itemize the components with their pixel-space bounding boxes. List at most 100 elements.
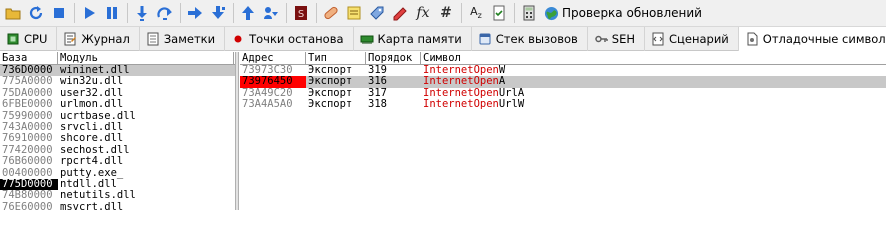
symbol-address-cell: 73973C30	[242, 65, 293, 76]
labels-icon[interactable]	[366, 2, 388, 24]
log-icon	[64, 32, 77, 46]
tab-label: Заметки	[163, 32, 216, 46]
functions-glyph: fx	[416, 5, 430, 21]
tab-label: SEH	[611, 32, 636, 46]
tab-breakpoints[interactable]: Точки останова	[225, 27, 354, 51]
cpu-icon	[7, 33, 19, 45]
run-icon[interactable]	[78, 2, 100, 24]
module-row[interactable]: 6FBE0000 urlmon.dll	[0, 99, 235, 110]
module-name-cell: shcore.dll	[60, 133, 124, 145]
module-name-cell: ucrtbase.dll	[60, 110, 136, 122]
symbol-type-cell: Экспорт	[308, 99, 353, 111]
symbol-address-cell: 73A4A5A0	[242, 99, 293, 111]
check-updates-button[interactable]: Проверка обновлений	[541, 2, 705, 24]
module-row[interactable]: 743A0000 srvcli.dll	[0, 122, 235, 133]
symbol-row[interactable]: 73976450 Экспорт 316 InternetOpenA	[240, 76, 886, 88]
symbol-suffix: UrlA	[498, 87, 525, 99]
step-into-icon[interactable]	[131, 2, 153, 24]
column-header-address[interactable]: Адрес	[240, 52, 306, 64]
module-name-cell: sechost.dll	[60, 144, 130, 156]
trace-over-icon[interactable]	[207, 2, 229, 24]
step-over-icon[interactable]	[154, 2, 176, 24]
module-name-cell: user32.dll	[60, 87, 124, 99]
restart-icon[interactable]	[25, 2, 47, 24]
symbol-match-prefix: InternetOpen	[423, 65, 499, 76]
module-row[interactable]: 775A0000 win32u.dll	[0, 76, 235, 87]
seh-icon	[595, 35, 608, 43]
module-row[interactable]: 00400000 putty.exe_	[0, 168, 235, 179]
module-row[interactable]: 74B80000 netutils.dll	[0, 190, 235, 201]
strings-icon[interactable]: Az	[465, 2, 487, 24]
module-base-cell: 775A0000	[2, 76, 53, 88]
symbol-type-cell: Экспорт	[308, 87, 353, 99]
module-row[interactable]: 77420000 sechost.dll	[0, 145, 235, 156]
calculator-icon[interactable]	[518, 2, 540, 24]
stop-icon[interactable]	[48, 2, 70, 24]
check-updates-label: Проверка обновлений	[562, 6, 702, 20]
column-header-type[interactable]: Тип	[306, 52, 366, 64]
tab-script[interactable]: Сценарий	[645, 27, 739, 51]
column-header-module[interactable]: Модуль	[58, 52, 234, 64]
tab-seh[interactable]: SEH	[588, 27, 646, 51]
symbol-name-cell: InternetOpenA	[421, 76, 886, 87]
module-name-cell: wininet.dll	[60, 65, 130, 76]
bookmarks-icon[interactable]	[389, 2, 411, 24]
symbol-row[interactable]: 73A49C20 Экспорт 317 InternetOpenUrlA	[240, 88, 886, 99]
column-header-base[interactable]: База	[0, 52, 58, 64]
module-name-cell: win32u.dll	[60, 76, 124, 88]
column-header-ordinal[interactable]: Порядок	[366, 52, 421, 64]
symbol-match-prefix: InternetOpen	[423, 99, 499, 111]
symbol-suffix: W	[498, 65, 506, 76]
scylla-icon[interactable]: S	[290, 2, 312, 24]
patch-icon[interactable]	[320, 2, 342, 24]
call-stack-icon	[479, 33, 491, 45]
module-row[interactable]: 775D0000 ntdll.dll	[0, 178, 235, 191]
execute-till-return-icon[interactable]	[237, 2, 259, 24]
module-row[interactable]: 75DA0000 user32.dll	[0, 88, 235, 99]
open-folder-icon[interactable]	[2, 2, 24, 24]
module-row[interactable]: 76B60000 rpcrt4.dll	[0, 156, 235, 167]
module-row[interactable]: 76910000 shcore.dll	[0, 133, 235, 144]
tab-cpu[interactable]: CPU	[0, 27, 58, 51]
module-base-cell: 76910000	[2, 133, 53, 145]
module-name-cell: putty.exe_	[60, 167, 124, 179]
symbols-header: Адрес Тип Порядок Символ	[240, 52, 886, 65]
module-row[interactable]: 76E60000 msvcrt.dll	[0, 202, 235, 210]
symbol-row[interactable]: 73973C30 Экспорт 319 InternetOpenW	[240, 65, 886, 76]
symbol-name-cell: InternetOpenUrlA	[421, 88, 886, 99]
modules-pane: База Модуль 736D0000 wininet.dll 775A0000 w…	[0, 52, 236, 210]
tab-log[interactable]: Журнал	[57, 27, 140, 51]
module-base-cell: 77420000	[2, 144, 53, 156]
module-row[interactable]: 736D0000 wininet.dll	[0, 65, 235, 77]
tab-notes[interactable]: Заметки	[140, 27, 226, 51]
functions-icon[interactable]: fx	[412, 2, 434, 24]
tab-memory-map[interactable]: Карта памяти	[354, 27, 472, 51]
symbol-type-cell: Экспорт	[308, 76, 353, 88]
pane-splitter[interactable]	[236, 52, 239, 210]
module-base-cell: 6FBE0000	[2, 99, 53, 111]
notes-icon	[147, 32, 159, 46]
module-row[interactable]: 75990000 ucrtbase.dll	[0, 111, 235, 122]
symbol-name-cell: InternetOpenUrlW	[421, 99, 886, 110]
tab-symbols[interactable]: Отладочные символы	[738, 27, 886, 52]
module-base-cell: 76B60000	[2, 156, 53, 168]
module-name-cell: ntdll.dll	[60, 178, 117, 190]
globe-icon	[544, 6, 559, 20]
symbol-address-cell: 73976450	[240, 76, 306, 88]
column-header-symbol[interactable]: Символ	[421, 52, 886, 64]
script-icon	[652, 32, 664, 46]
variables-icon[interactable]: #	[435, 2, 457, 24]
symbol-row[interactable]: 73A4A5A0 Экспорт 318 InternetOpenUrlW	[240, 99, 886, 110]
symbol-suffix: A	[498, 76, 506, 88]
toolbar: S fx # Az Проверка обновлений	[0, 0, 886, 27]
trace-into-icon[interactable]	[184, 2, 206, 24]
tab-call-stack[interactable]: Стек вызовов	[472, 27, 588, 51]
pause-icon[interactable]	[101, 2, 123, 24]
checklist-icon[interactable]	[488, 2, 510, 24]
execute-user-code-icon[interactable]	[260, 2, 282, 24]
module-base-cell: 75990000	[2, 110, 53, 122]
comments-icon[interactable]	[343, 2, 365, 24]
module-name-cell: msvcrt.dll	[60, 201, 124, 210]
symbol-ordinal-cell: 319	[368, 65, 387, 76]
module-base-cell: 00400000	[2, 167, 53, 179]
